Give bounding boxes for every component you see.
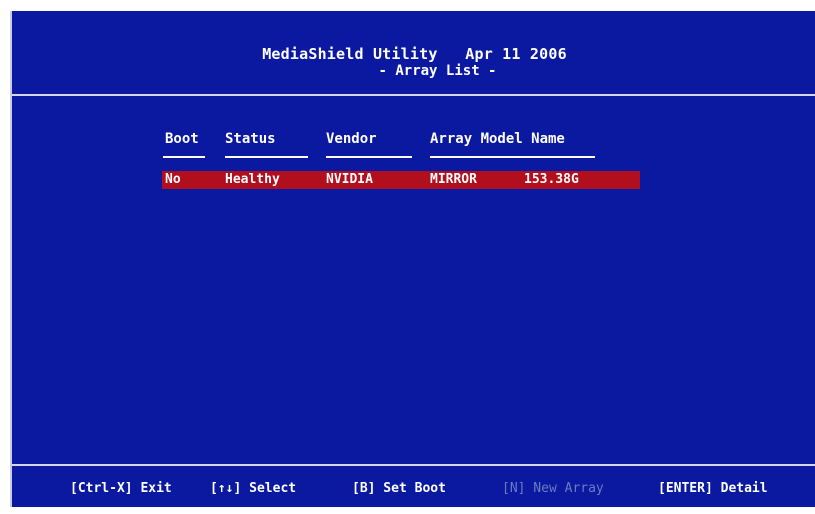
column-underline-boot (163, 156, 205, 158)
screen-subtitle: - Array List - (378, 63, 497, 79)
header-divider (12, 94, 815, 96)
column-header-boot: Boot (165, 131, 199, 147)
column-underline-status (225, 156, 308, 158)
footer-divider (12, 464, 815, 466)
row-boot-value: No (165, 172, 181, 187)
detail-key-hint[interactable]: [ENTER] Detail (658, 481, 768, 496)
key-help-bar: [Ctrl-X] Exit [↑↓] Select [B] Set Boot [… (12, 481, 815, 499)
row-vendor-value: NVIDIA (326, 172, 373, 187)
row-size-value: 153.38G (524, 172, 579, 187)
row-status-value: Healthy (225, 172, 280, 187)
column-header-array-model-name: Array Model Name (430, 131, 565, 147)
exit-key-hint[interactable]: [Ctrl-X] Exit (70, 481, 172, 496)
column-header-vendor: Vendor (326, 131, 377, 147)
column-underline-array-model-name (430, 156, 595, 158)
utility-title: MediaShield Utility Apr 11 2006 (262, 45, 567, 63)
column-header-status: Status (225, 131, 276, 147)
row-model-value: MIRROR (430, 172, 477, 187)
select-key-hint[interactable]: [↑↓] Select (210, 481, 296, 496)
set-boot-key-hint[interactable]: [B] Set Boot (352, 481, 446, 496)
new-array-key-hint: [N] New Array (502, 481, 604, 496)
column-underline-vendor (326, 156, 412, 158)
array-list-row[interactable]: No Healthy NVIDIA MIRROR 153.38G (162, 171, 640, 189)
bios-screen: MediaShield Utility Apr 11 2006 - Array … (10, 11, 815, 507)
